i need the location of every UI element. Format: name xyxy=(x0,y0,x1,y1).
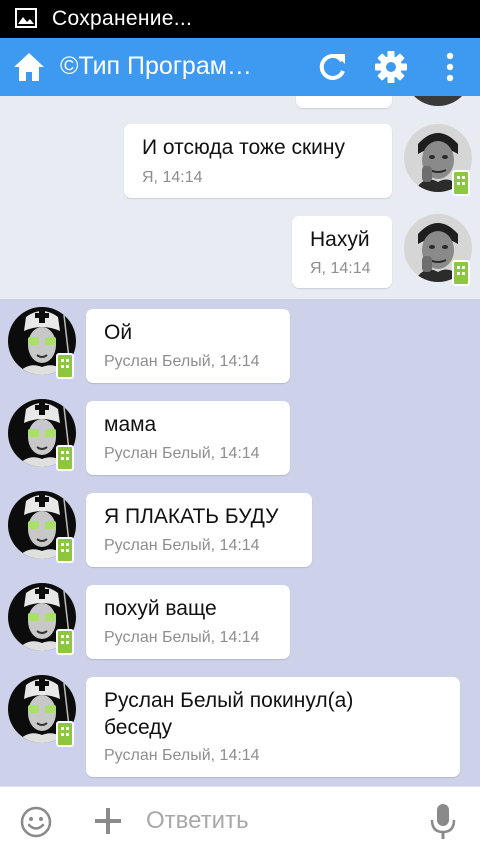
message-meta: Я, 14:14 xyxy=(142,169,203,186)
mobile-online-badge-icon xyxy=(452,170,470,196)
message-bubble-incoming[interactable]: мама Руслан Белый, 14:14 xyxy=(86,401,290,475)
message-meta: Руслан Белый, 14:14 xyxy=(104,353,260,370)
message-text: Я ПЛАКАТЬ БУДУ xyxy=(104,505,279,528)
more-vert-icon[interactable] xyxy=(440,50,460,84)
conversation-title[interactable]: ©Тип Програм… xyxy=(60,52,300,81)
reply-input[interactable] xyxy=(146,803,416,839)
message-text: Ой xyxy=(104,321,133,344)
message-text: похуй ваще xyxy=(104,597,217,620)
image-icon xyxy=(15,8,37,28)
mobile-online-badge-icon xyxy=(56,537,74,563)
message-bubble-incoming[interactable]: Руслан Белый покинул(а) беседу Руслан Бе… xyxy=(86,677,460,777)
add-attachment-icon[interactable] xyxy=(94,807,122,835)
message-text: Нахуй xyxy=(310,228,370,251)
message-meta: Руслан Белый, 14:14 xyxy=(104,629,260,646)
message-text: И отсюда тоже скину xyxy=(142,136,345,159)
reply-composer xyxy=(0,786,480,855)
outgoing-messages-group: И отсюда тоже скину Я, 14:14 Нахуй Я, 14… xyxy=(0,96,480,299)
mobile-online-badge-icon xyxy=(452,260,470,286)
message-bubble-incoming[interactable]: похуй ваще Руслан Белый, 14:14 xyxy=(86,585,290,659)
avatar-me[interactable] xyxy=(404,96,472,106)
message-bubble-incoming[interactable]: Я ПЛАКАТЬ БУДУ Руслан Белый, 14:14 xyxy=(86,493,312,567)
message-meta: Я, 14:14 xyxy=(310,260,371,277)
message-bubble-incoming[interactable]: Ой Руслан Белый, 14:14 xyxy=(86,309,290,383)
mobile-online-badge-icon xyxy=(56,629,74,655)
message-bubble-outgoing[interactable]: Нахуй Я, 14:14 xyxy=(292,216,392,288)
status-bar: Сохранение... xyxy=(0,0,480,38)
message-meta: Руслан Белый, 14:14 xyxy=(104,747,260,764)
message-text: Руслан Белый покинул(а) xyxy=(104,689,354,712)
status-text: Сохранение... xyxy=(52,7,193,30)
message-text: мама xyxy=(104,413,157,436)
mobile-online-badge-icon xyxy=(56,721,74,747)
mobile-online-badge-icon xyxy=(56,445,74,471)
settings-icon[interactable] xyxy=(374,50,408,84)
microphone-icon[interactable] xyxy=(430,803,456,841)
message-meta: Руслан Белый, 14:14 xyxy=(104,445,260,462)
message-list[interactable]: И отсюда тоже скину Я, 14:14 Нахуй Я, 14… xyxy=(0,96,480,786)
app-bar: ©Тип Програм… xyxy=(0,38,480,96)
message-text: беседу xyxy=(104,716,172,739)
home-icon[interactable] xyxy=(12,50,46,84)
refresh-icon[interactable] xyxy=(316,51,348,83)
message-bubble-outgoing[interactable]: И отсюда тоже скину Я, 14:14 xyxy=(124,124,392,198)
message-bubble-outgoing[interactable] xyxy=(296,96,392,108)
message-meta: Руслан Белый, 14:14 xyxy=(104,537,260,554)
incoming-messages-group: Ой Руслан Белый, 14:14 мама Руслан Белый… xyxy=(0,299,480,786)
mobile-online-badge-icon xyxy=(56,353,74,379)
emoji-icon[interactable] xyxy=(20,806,52,838)
